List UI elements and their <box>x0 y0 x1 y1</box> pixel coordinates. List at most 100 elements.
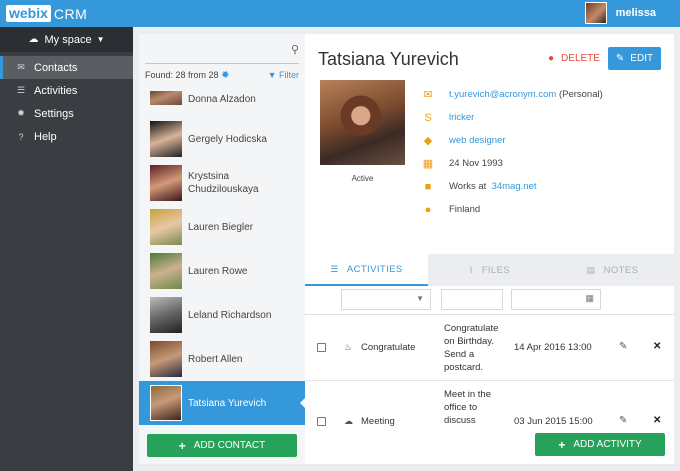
tab-notes[interactable]: ▤ NOTES <box>551 254 674 286</box>
filter-button[interactable]: ▼ Filter <box>268 70 299 80</box>
contact-photo <box>150 209 182 245</box>
close-icon[interactable]: ✕ <box>653 415 661 426</box>
search-icon[interactable]: ⚲ <box>291 43 299 56</box>
add-activity-button[interactable]: + ADD ACTIVITY <box>535 433 665 456</box>
calendar-icon: ▦ <box>422 158 434 170</box>
question-icon: ? <box>18 131 24 142</box>
edit-icon[interactable]: ✎ <box>619 415 627 426</box>
list-item[interactable]: Donna Alzadon <box>139 91 305 117</box>
edit-button[interactable]: ✎ EDIT <box>608 47 661 70</box>
found-count: Found: 28 from 28 ✹ <box>145 69 230 81</box>
contact-photo <box>150 121 182 157</box>
gear-icon: ✹ <box>17 108 25 118</box>
contact-list-panel: ⚲ Found: 28 from 28 ✹ ▼ Filter Donna Alz… <box>139 34 305 464</box>
contact-photo <box>150 165 182 201</box>
activity-type: Meeting <box>361 416 395 427</box>
contact-name: Lauren Rowe <box>188 265 248 277</box>
envelope-icon: ✉ <box>17 62 25 72</box>
search-input[interactable]: ⚲ <box>145 34 299 64</box>
contact-list[interactable]: Donna Alzadon Gergely Hodicska Krystsina… <box>139 91 305 425</box>
type-filter-select[interactable]: ▼ <box>341 289 431 310</box>
list-item[interactable]: Lauren Biegler <box>139 205 305 249</box>
comments-icon: ☁ <box>344 416 353 426</box>
logo-crm: CRM <box>53 5 88 22</box>
info-email: ✉ t.yurevich@acronym.com (Personal) <box>421 83 602 106</box>
info-company: ■ Works at 34mag.net <box>421 175 603 198</box>
sidebar-item-contacts[interactable]: ✉ Contacts <box>0 56 133 79</box>
list-item[interactable]: Lauren Rowe <box>139 249 305 293</box>
table-row[interactable]: ♨ Congratulate Congratulate on Birthday.… <box>305 316 674 381</box>
sidebar-item-activities[interactable]: ☰ Activities <box>0 79 133 102</box>
contact-name: Leland Richardson <box>188 309 272 321</box>
info-birthday: ▦ 24 Nov 1993 <box>422 158 503 170</box>
user-menu[interactable]: melissa <box>584 2 656 24</box>
sidebar: ☁ My space ▼ ✉ Contacts ☰ Activities ✹ S… <box>0 27 133 471</box>
edit-icon[interactable]: ✎ <box>619 341 627 352</box>
tag-link[interactable]: web designer <box>449 135 506 146</box>
info-location: ● Finland <box>421 198 603 221</box>
tag-icon: ◆ <box>423 135 433 147</box>
skype-icon: S <box>424 111 432 124</box>
list-item[interactable]: Robert Allen <box>139 337 305 381</box>
app-logo[interactable]: webix CRM <box>6 5 87 22</box>
contact-name: Gergely Hodicska <box>188 133 267 145</box>
found-count-row: Found: 28 from 28 ✹ ▼ Filter <box>139 64 305 86</box>
sidebar-item-label: Activities <box>34 84 78 97</box>
calendar-icon: ▦ <box>585 293 594 303</box>
activity-description: Meet in the office to discuss <box>444 389 491 426</box>
delete-button[interactable]: ● DELETE <box>548 53 600 64</box>
sidebar-item-label: Contacts <box>34 61 78 74</box>
chevron-down-icon: ▼ <box>96 35 105 44</box>
sidebar-item-help[interactable]: ? Help <box>0 125 133 148</box>
contact-name: Lauren Biegler <box>188 221 254 233</box>
activity-type: Congratulate <box>361 342 416 353</box>
activity-checkbox[interactable] <box>317 417 326 426</box>
date-filter-input[interactable]: ▦ <box>511 289 601 310</box>
gear-icon[interactable]: ✹ <box>221 70 229 81</box>
map-marker-icon: ● <box>424 203 432 216</box>
contact-name: Krystsina Chudzilouskaya <box>188 171 259 195</box>
list-item[interactable]: Gergely Hodicska <box>139 117 305 161</box>
paperclip-icon: ⌇ <box>468 264 474 275</box>
top-bar: webix CRM melissa <box>0 0 680 27</box>
sidebar-item-label: Settings <box>34 107 74 120</box>
sidebar-item-settings[interactable]: ✹ Settings <box>0 102 133 125</box>
list-item[interactable]: Krystsina Chudzilouskaya <box>139 161 305 205</box>
info-tag: ◆ web designer <box>421 129 603 152</box>
contact-name: Robert Allen <box>188 353 243 365</box>
add-contact-button[interactable]: + ADD CONTACT <box>147 434 297 457</box>
list-icon: ☰ <box>16 85 26 95</box>
email-link[interactable]: t.yurevich@acronym.com <box>449 89 556 100</box>
list-item-selected[interactable]: Tatsiana Yurevich <box>139 381 305 425</box>
close-icon[interactable]: ✕ <box>653 341 661 352</box>
tab-files[interactable]: ⌇ FILES <box>428 254 551 286</box>
table-row[interactable]: ☁ Meeting Meet in the office to discuss … <box>305 382 674 432</box>
space-label: My space <box>44 33 92 46</box>
avatar[interactable] <box>584 2 607 24</box>
list-item[interactable]: Leland Richardson <box>139 293 305 337</box>
chevron-down-icon: ▼ <box>416 294 424 303</box>
contact-photo-large <box>320 80 405 165</box>
birthday-cake-icon: ♨ <box>344 342 353 352</box>
envelope-icon: ✉ <box>423 89 433 101</box>
tab-activities[interactable]: ☰ ACTIVITIES <box>305 254 428 286</box>
contact-photo <box>150 253 182 289</box>
list-icon: ☰ <box>330 263 339 274</box>
contact-name: Donna Alzadon <box>188 94 256 105</box>
tab-bar: ☰ ACTIVITIES ⌇ FILES ▤ NOTES <box>305 254 674 286</box>
contact-name: Tatsiana Yurevich <box>188 397 267 409</box>
plus-icon: + <box>178 438 186 453</box>
contact-photo <box>150 91 182 105</box>
user-icon: ● <box>548 53 555 64</box>
skype-link[interactable]: lricker <box>449 112 474 123</box>
contact-photo <box>150 385 182 421</box>
activity-description: Congratulate on Birthday. Send a postcar… <box>444 323 499 373</box>
user-name[interactable]: melissa <box>616 7 656 19</box>
text-filter-input[interactable] <box>441 289 503 310</box>
space-selector[interactable]: ☁ My space ▼ <box>0 27 133 52</box>
company-link[interactable]: 34mag.net <box>492 181 537 192</box>
activity-checkbox[interactable] <box>317 343 326 352</box>
cloud-icon: ☁ <box>28 34 39 45</box>
contact-detail-panel: Tatsiana Yurevich ● DELETE ✎ EDIT Active… <box>305 34 674 464</box>
plus-icon: + <box>558 437 566 452</box>
